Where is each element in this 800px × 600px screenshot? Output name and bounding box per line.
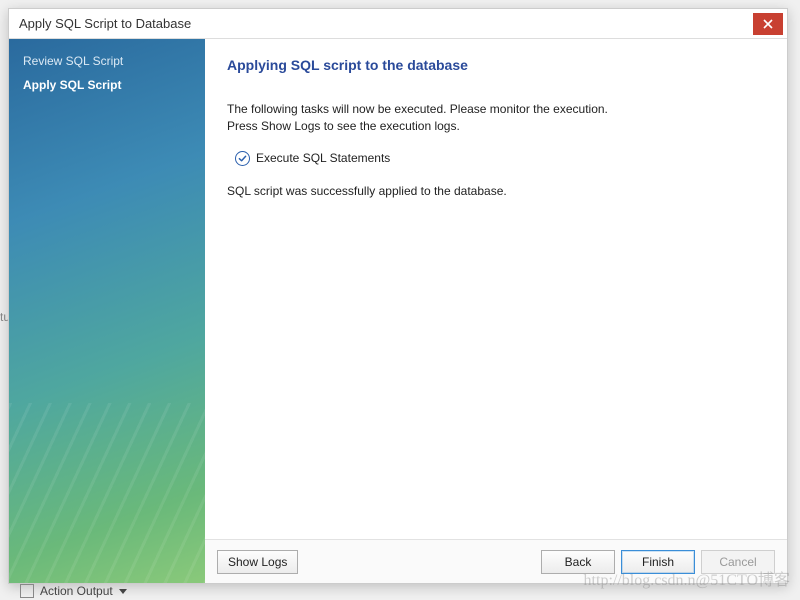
- show-logs-button[interactable]: Show Logs: [217, 550, 298, 574]
- instructions: The following tasks will now be executed…: [227, 101, 765, 135]
- panel-icon: [20, 584, 34, 598]
- close-button[interactable]: [753, 13, 783, 35]
- cancel-button: Cancel: [701, 550, 775, 574]
- finish-button[interactable]: Finish: [621, 550, 695, 574]
- close-icon: [763, 19, 773, 29]
- titlebar: Apply SQL Script to Database: [9, 9, 787, 39]
- instructions-line1: The following tasks will now be executed…: [227, 101, 765, 118]
- apply-sql-dialog: Apply SQL Script to Database Review SQL …: [8, 8, 788, 584]
- instructions-line2: Press Show Logs to see the execution log…: [227, 118, 765, 135]
- page-heading: Applying SQL script to the database: [227, 57, 765, 73]
- dialog-body: Review SQL Script Apply SQL Script Apply…: [9, 39, 787, 583]
- main-panel: Applying SQL script to the database The …: [205, 39, 787, 583]
- dropdown-triangle-icon: [119, 589, 127, 594]
- checkmark-circle-icon: [235, 151, 250, 166]
- task-label: Execute SQL Statements: [256, 151, 390, 165]
- content-area: Applying SQL script to the database The …: [205, 39, 787, 539]
- action-output-label: Action Output: [40, 584, 113, 598]
- task-row: Execute SQL Statements: [235, 151, 765, 166]
- button-bar: Show Logs Back Finish Cancel: [205, 539, 787, 583]
- back-button[interactable]: Back: [541, 550, 615, 574]
- background-status-bar: Action Output: [20, 584, 127, 598]
- window-title: Apply SQL Script to Database: [19, 16, 191, 31]
- wizard-step-apply[interactable]: Apply SQL Script: [23, 73, 191, 97]
- success-message: SQL script was successfully applied to t…: [227, 184, 765, 198]
- wizard-step-review[interactable]: Review SQL Script: [23, 49, 191, 73]
- wizard-sidebar: Review SQL Script Apply SQL Script: [9, 39, 205, 583]
